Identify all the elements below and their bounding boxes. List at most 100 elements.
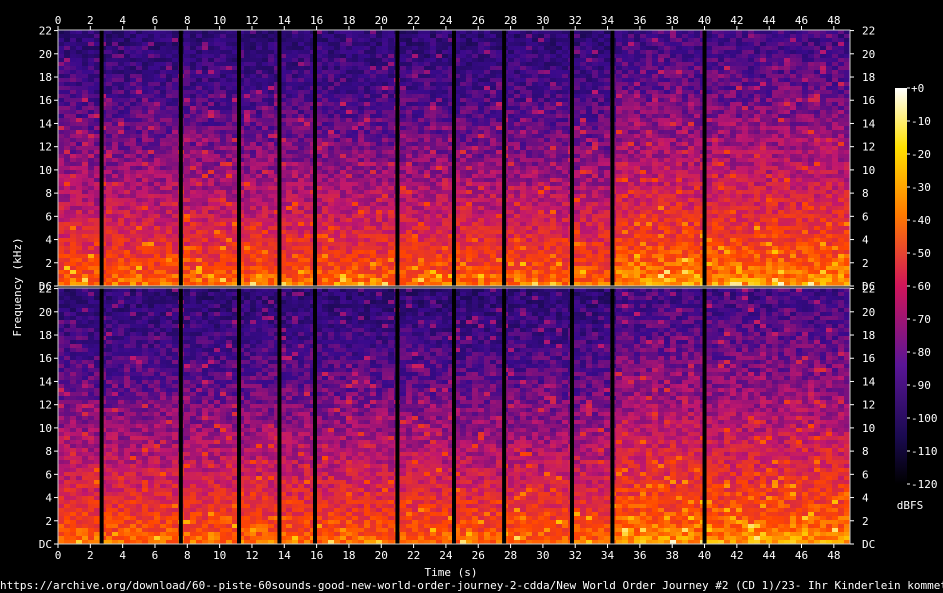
- spectrogram-cell: [112, 42, 118, 46]
- spectrogram-cell: [256, 162, 262, 166]
- spectrogram-cell: [442, 34, 448, 38]
- spectrogram-cell: [226, 62, 232, 66]
- spectrogram-cell: [436, 78, 442, 82]
- spectrogram-cell: [436, 234, 442, 238]
- spectrogram-cell: [400, 82, 406, 86]
- spectrogram-cell: [124, 146, 130, 150]
- spectrogram-cell: [88, 86, 94, 90]
- spectrogram-cell: [412, 206, 418, 210]
- spectrogram-cell: [424, 46, 430, 50]
- spectrogram-cell: [88, 262, 94, 266]
- spectrogram-cell: [334, 150, 340, 154]
- spectrogram-cell: [424, 206, 430, 210]
- spectrogram-cell: [94, 102, 100, 106]
- spectrogram-cell: [106, 238, 112, 242]
- spectrogram-cell: [88, 182, 94, 186]
- spectrogram-cell: [172, 218, 178, 222]
- spectrogram-cell: [352, 266, 358, 270]
- spectrogram-cell: [364, 90, 370, 94]
- spectrogram-cell: [496, 134, 502, 138]
- spectrogram-cell: [406, 250, 412, 254]
- spectrogram-cell: [190, 190, 196, 194]
- spectrogram-cell: [496, 122, 502, 126]
- spectrogram-cell: [388, 98, 394, 102]
- spectrogram-cell: [148, 46, 154, 50]
- spectrogram-cell: [496, 86, 502, 90]
- spectrogram-cell: [64, 266, 70, 270]
- spectrogram-cell: [268, 102, 274, 106]
- spectrogram-cell: [250, 182, 256, 186]
- spectrogram-cell: [436, 198, 442, 202]
- spectrogram-cell: [412, 142, 418, 146]
- spectrogram-cell: [382, 146, 388, 150]
- spectrogram-cell: [508, 282, 514, 286]
- spectrogram-cell: [340, 74, 346, 78]
- spectrogram-cell: [76, 106, 82, 110]
- spectrogram-cell: [478, 234, 484, 238]
- spectrogram-cell: [214, 114, 220, 118]
- spectrogram-cell: [190, 54, 196, 58]
- spectrogram-cell: [256, 38, 262, 42]
- spectrogram-cell: [160, 158, 166, 162]
- spectrogram-cell: [466, 86, 472, 90]
- spectrogram-cell: [76, 58, 82, 62]
- spectrogram-cell: [478, 250, 484, 254]
- spectrogram-cell: [436, 38, 442, 42]
- spectrogram-cell: [82, 94, 88, 98]
- spectrogram-cell: [466, 70, 472, 74]
- spectrogram-cell: [460, 66, 466, 70]
- spectrogram-cell: [352, 162, 358, 166]
- spectrogram-cell: [466, 50, 472, 54]
- spectrogram-cell: [340, 118, 346, 122]
- spectrogram-cell: [202, 262, 208, 266]
- spectrogram-cell: [184, 34, 190, 38]
- spectrogram-cell: [202, 74, 208, 78]
- spectrogram-cell: [346, 254, 352, 258]
- spectrogram-cell: [430, 170, 436, 174]
- spectrogram-cell: [412, 254, 418, 258]
- spectrogram-cell: [322, 246, 328, 250]
- spectrogram-cell: [196, 62, 202, 66]
- spectrogram-cell: [64, 46, 70, 50]
- spectrogram-cell: [340, 186, 346, 190]
- spectrogram-cell: [94, 86, 100, 90]
- spectrogram-cell: [352, 142, 358, 146]
- spectrogram-cell: [322, 170, 328, 174]
- spectrogram-cell: [88, 94, 94, 98]
- spectrogram-cell: [484, 66, 490, 70]
- spectrogram-cell: [70, 126, 76, 130]
- spectrogram-cell: [136, 134, 142, 138]
- spectrogram-cell: [388, 154, 394, 158]
- spectrogram-cell: [244, 42, 250, 46]
- spectrogram-cell: [400, 190, 406, 194]
- spectrogram-cell: [370, 34, 376, 38]
- spectrogram-cell: [514, 78, 520, 82]
- spectrogram-cell: [148, 246, 154, 250]
- spectrogram-cell: [262, 122, 268, 126]
- spectrogram-cell: [406, 98, 412, 102]
- spectrogram-cell: [442, 114, 448, 118]
- spectrogram-cell: [112, 66, 118, 70]
- spectrogram-cell: [334, 230, 340, 234]
- spectrogram-cell: [256, 262, 262, 266]
- spectrogram-cell: [478, 66, 484, 70]
- spectrogram-cell: [304, 182, 310, 186]
- spectrogram-cell: [142, 110, 148, 114]
- spectrogram-cell: [166, 42, 172, 46]
- spectrogram-cell: [196, 258, 202, 262]
- spectrogram-cell: [406, 190, 412, 194]
- spectrogram-cell: [190, 186, 196, 190]
- spectrogram-cell: [442, 274, 448, 278]
- spectrogram-cell: [88, 102, 94, 106]
- spectrogram-cell: [388, 70, 394, 74]
- spectrogram-cell: [208, 150, 214, 154]
- spectrogram-cell: [166, 230, 172, 234]
- spectrogram-cell: [244, 58, 250, 62]
- spectrogram-cell: [490, 282, 496, 286]
- spectrogram-cell: [82, 254, 88, 258]
- spectrogram-cell: [76, 102, 82, 106]
- spectrogram-cell: [256, 230, 262, 234]
- spectrogram-cell: [412, 34, 418, 38]
- spectrogram-cell: [358, 138, 364, 142]
- spectrogram-cell: [424, 102, 430, 106]
